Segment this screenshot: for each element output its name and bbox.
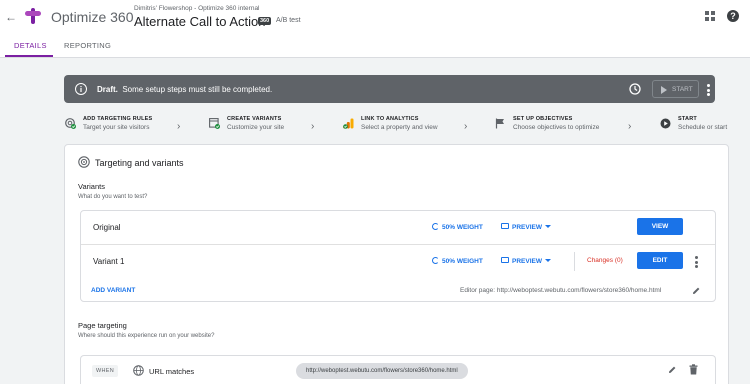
info-icon [75,83,87,95]
monitor-icon [501,223,509,229]
variants-subheading: What do you want to test? [78,194,148,200]
draft-status-banner: Draft. Some setup steps must still be co… [64,75,715,103]
tab-reporting[interactable]: REPORTING [64,41,111,50]
targeting-and-variants-card: Targeting and variants Variants What do … [64,144,729,384]
draft-status: Draft. [97,85,118,94]
variant-name[interactable]: Variant 1 [93,257,124,266]
when-label: WHEN [92,365,119,377]
experience-type-label: A/B test [276,17,301,24]
view-button[interactable]: VIEW [637,218,683,235]
preview-dropdown[interactable]: PREVIEW [501,223,551,231]
divider [574,252,575,271]
variant-more-options-icon[interactable] [695,256,698,270]
start-button-label: START [672,86,693,93]
weight-icon [432,257,439,264]
step-title: START [678,116,697,122]
edit-button[interactable]: EDIT [637,252,683,269]
url-chip[interactable]: http://weboptest.webutu.com/flowers/stor… [296,363,468,379]
experience-title[interactable]: Alternate Call to Action [134,14,266,29]
weight-icon [432,223,439,230]
chevron-right-icon: › [628,121,632,132]
condition-label: URL matches [149,367,195,376]
targeting-check-icon [65,118,76,129]
step-title: ADD TARGETING RULES [83,116,153,122]
step-subtitle: Customize your site [227,124,285,131]
edit-pencil-icon[interactable] [668,365,677,374]
monitor-icon [501,257,509,263]
variants-heading: Variants [78,182,105,191]
variants-check-icon [209,118,220,129]
step-subtitle: Target your site visitors [83,124,150,131]
variant-row-variant-1: Variant 1 50% WEIGHT PREVIEW Changes (0)… [81,244,715,277]
flag-icon [495,118,504,129]
breadcrumb[interactable]: Dimitris' Flowershop - Optimize 360 inte… [134,5,260,12]
schedule-clock-icon[interactable] [629,83,641,95]
preview-dropdown[interactable]: PREVIEW [501,257,551,265]
editor-page-url: Editor page: http://weboptest.webutu.com… [460,287,662,294]
step-subtitle: Schedule or start [678,124,728,131]
delete-trash-icon[interactable] [689,364,698,375]
preview-label: PREVIEW [512,224,542,231]
preview-label: PREVIEW [512,258,542,265]
step-title: SET UP OBJECTIVES [513,116,573,122]
tab-details[interactable]: DETAILS [14,41,47,50]
weight-control[interactable]: 50% WEIGHT [432,223,483,231]
changes-count[interactable]: Changes (0) [587,257,623,264]
chevron-right-icon: › [177,121,181,132]
edit-pencil-icon[interactable] [692,286,701,295]
play-icon [661,86,667,94]
start-button[interactable]: START [652,80,699,98]
dropdown-caret-icon [544,225,551,228]
dropdown-caret-icon [544,259,551,262]
globe-icon [133,365,144,376]
optimize-360-badge: 360 [258,17,272,25]
help-icon[interactable]: ? [727,10,739,22]
more-options-icon[interactable] [707,84,710,98]
page-targeting-heading: Page targeting [78,321,127,330]
variant-row-original: Original 50% WEIGHT PREVIEW VIEW [81,211,715,244]
top-bar: ← Optimize 360 Dimitris' Flowershop - Op… [0,0,750,33]
tab-bar: DETAILS REPORTING [0,33,750,58]
card-title: Targeting and variants [95,158,184,168]
target-icon [78,156,90,168]
banner-message: Draft. Some setup steps must still be co… [97,85,272,94]
add-variant-button[interactable]: ADD VARIANT [91,287,135,294]
apps-grid-icon[interactable] [705,11,715,21]
draft-message: Some setup steps must still be completed… [122,85,273,94]
analytics-icon [343,118,354,129]
step-subtitle: Choose objectives to optimize [513,124,600,131]
back-arrow-icon[interactable]: ← [5,10,17,24]
page-targeting-subheading: Where should this experience run on your… [78,333,215,339]
step-title: CREATE VARIANTS [227,116,282,122]
step-title: LINK TO ANALYTICS [361,116,419,122]
active-tab-indicator [5,55,53,57]
weight-label: 50% WEIGHT [442,224,483,231]
variant-name[interactable]: Original [93,223,121,232]
variants-list: Original 50% WEIGHT PREVIEW VIEW Variant… [80,210,716,302]
chevron-right-icon: › [311,121,315,132]
weight-control[interactable]: 50% WEIGHT [432,257,483,265]
optimize-logo-icon [25,8,41,24]
app-name: Optimize 360 [51,9,134,25]
chevron-right-icon: › [464,121,468,132]
page-targeting-rule: WHEN URL matches http://weboptest.webutu… [80,355,716,384]
step-subtitle: Select a property and view [361,124,438,131]
weight-label: 50% WEIGHT [442,258,483,265]
play-circle-icon [660,118,671,129]
